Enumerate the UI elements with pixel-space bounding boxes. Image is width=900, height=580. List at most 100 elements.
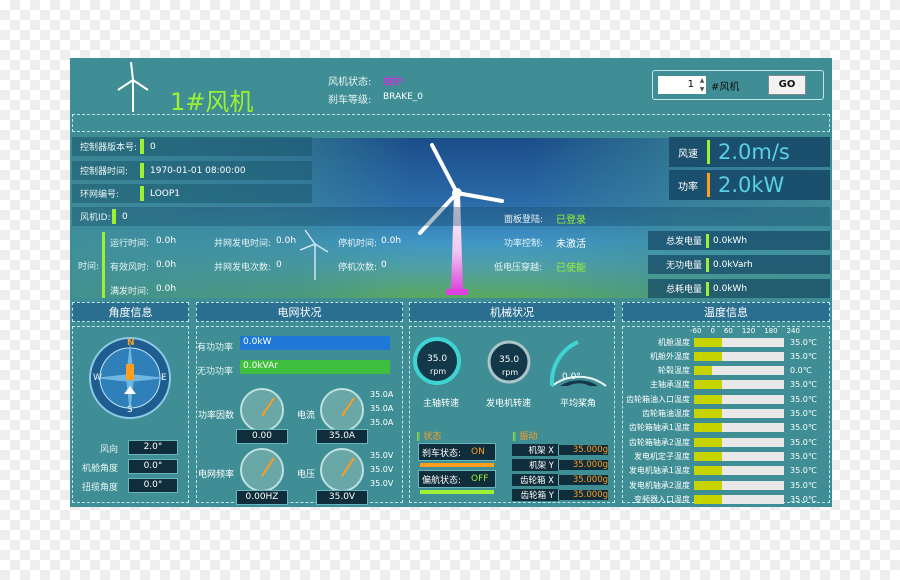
- temp-label: 发电机定子温度: [634, 451, 690, 461]
- gen-speed-value: 35.0: [499, 355, 520, 365]
- power-value: 2.0kW: [718, 173, 785, 197]
- stop-time-value: 0.0h: [381, 236, 402, 246]
- wind-speed-label: 风速: [678, 148, 698, 160]
- temp-label: 发电机轴承1温度: [628, 466, 690, 476]
- reactive-energy-row: 无功电量 0.0kVarh: [648, 255, 830, 274]
- run-time-value: 0.0h: [156, 236, 177, 246]
- ring-label: 环网编号:: [80, 190, 120, 200]
- temp-value: 35.0℃: [790, 409, 817, 418]
- wind-dir-value: 2.0°: [128, 440, 178, 455]
- row-marker: [140, 139, 144, 154]
- temp-value: 35.0℃: [790, 494, 817, 504]
- stop-count-label: 停机次数:: [338, 263, 378, 273]
- ring-row: 环网编号: LOOP1: [72, 184, 312, 203]
- current-phase-a: 35.0A: [370, 390, 394, 399]
- wind-time-label: 有效风时:: [110, 263, 150, 273]
- wind-speed-card: 风速 2.0m/s: [669, 137, 830, 167]
- ring-value: LOOP1: [150, 188, 181, 199]
- row-marker: [706, 257, 709, 272]
- brake-level-value: BRAKE_0: [383, 92, 424, 102]
- vibration-row: 机架 Y 35.000g: [512, 458, 608, 472]
- temp-scale-tick: -60: [690, 327, 702, 335]
- spinner-arrows-icon[interactable]: ▲ ▼: [698, 76, 706, 94]
- status-value: 维护: [383, 77, 403, 88]
- temp-bar-fill: [694, 423, 722, 433]
- vibration-value: 35.000g: [558, 445, 608, 455]
- temp-row: 轮毂温度 0.0℃: [622, 364, 824, 378]
- temp-row: 变频器入口温度 35.0℃: [622, 492, 824, 506]
- temp-scale-tick: 60: [723, 327, 733, 335]
- pitch-angle-value: 0.0°: [562, 372, 581, 382]
- wind-time-value: 0.0h: [156, 260, 177, 270]
- go-button[interactable]: GO: [768, 75, 806, 95]
- temp-bar-fill: [694, 409, 722, 418]
- temp-scale-tick: 120: [741, 327, 756, 335]
- vibration-label: 齿轮箱 X: [512, 474, 558, 486]
- vibration-label: 齿轮箱 Y: [512, 489, 558, 501]
- temp-bar-fill: [694, 351, 722, 361]
- temp-row: 齿轮箱油入口温度 35.0℃: [622, 392, 824, 406]
- reactive-energy-value: 0.0kVarh: [713, 259, 753, 270]
- temp-value: 35.0℃: [790, 394, 817, 404]
- brake-level-label: 刹车等级:: [328, 95, 372, 106]
- voltage-gauge-icon: [320, 448, 364, 492]
- compass-s: S: [127, 405, 133, 415]
- status-title: ‖ 状态: [416, 429, 441, 442]
- status-title-text: 状态: [423, 432, 442, 442]
- vibration-label: 机架 X: [512, 444, 558, 456]
- row-marker: [140, 186, 144, 201]
- reactive-power-value: 0.0kVAr: [243, 361, 278, 371]
- temp-bar-fill: [694, 480, 722, 490]
- vibration-row: 机架 X 35.000g: [512, 443, 608, 457]
- lvrt-label: 低电压穿越:: [494, 263, 543, 273]
- compass-e: E: [161, 373, 167, 383]
- section-angle-header: 角度信息: [72, 302, 189, 322]
- main-speed-value: 35.0: [427, 354, 448, 364]
- compass-w: W: [93, 373, 102, 383]
- panel-login-value: 已登录: [556, 215, 586, 226]
- temp-scale-tick: 240: [786, 327, 800, 335]
- brake-state-label: 刹车状态:: [422, 448, 462, 459]
- turbine-small-icon: [300, 230, 329, 280]
- temp-bar-track: [694, 380, 784, 390]
- controller-version-row: 控制器版本号: 0: [72, 137, 312, 156]
- temp-scale-tick: 180: [764, 327, 778, 335]
- temp-bar-track: [694, 409, 784, 418]
- temp-label: 齿轮箱轴承1温度: [628, 423, 690, 433]
- current-phase-c: 35.0A: [370, 418, 394, 427]
- gen-speed-label: 发电机转速: [486, 399, 532, 409]
- nacelle-angle-value: 0.0°: [128, 459, 178, 474]
- turbine-id-value: 0: [122, 211, 128, 222]
- temp-bar-track: [694, 466, 784, 476]
- total-gen-row: 总发电量 0.0kWh: [648, 231, 830, 250]
- temp-bar-fill: [694, 394, 722, 404]
- grid-gen-time-label: 并网发电时间:: [214, 239, 272, 249]
- temp-row: 齿轮箱轴承2温度 35.0℃: [622, 435, 824, 449]
- voltage-value: 35.0V: [316, 490, 368, 505]
- time-block-marker: [102, 232, 105, 298]
- consumed-label: 总耗电量: [665, 285, 702, 295]
- temp-row: 机舱温度 35.0℃: [622, 335, 824, 349]
- temp-bar-track: [694, 351, 784, 361]
- temp-value: 35.0℃: [790, 437, 817, 447]
- temp-value: 0.0℃: [790, 366, 812, 376]
- total-gen-label: 总发电量: [665, 237, 702, 247]
- stop-count-value: 0: [381, 260, 387, 270]
- current-value: 35.0A: [316, 429, 368, 444]
- row-marker: [706, 281, 709, 296]
- temp-label: 机舱外温度: [650, 351, 690, 361]
- temp-value: 35.0℃: [790, 380, 817, 390]
- page-title: 1#风机: [170, 88, 254, 116]
- reactive-power-label: 无功功率: [197, 367, 234, 377]
- temp-bar-track: [694, 437, 784, 447]
- temp-value: 35.0℃: [790, 466, 817, 476]
- frequency-label: 电网频率: [198, 470, 235, 480]
- voltage-label: 电压: [297, 470, 316, 480]
- controller-time-row: 控制器时间: 1970-01-01 08:00:00: [72, 161, 312, 180]
- temp-row: 齿轮箱轴承1温度 35.0℃: [622, 421, 824, 435]
- temp-bar-fill: [694, 451, 722, 461]
- temp-label: 变频器入口温度: [634, 494, 690, 504]
- power-label: 功率: [678, 181, 698, 193]
- voltage-phase-a: 35.0V: [370, 451, 394, 460]
- temp-label: 齿轮箱油温度: [642, 409, 690, 418]
